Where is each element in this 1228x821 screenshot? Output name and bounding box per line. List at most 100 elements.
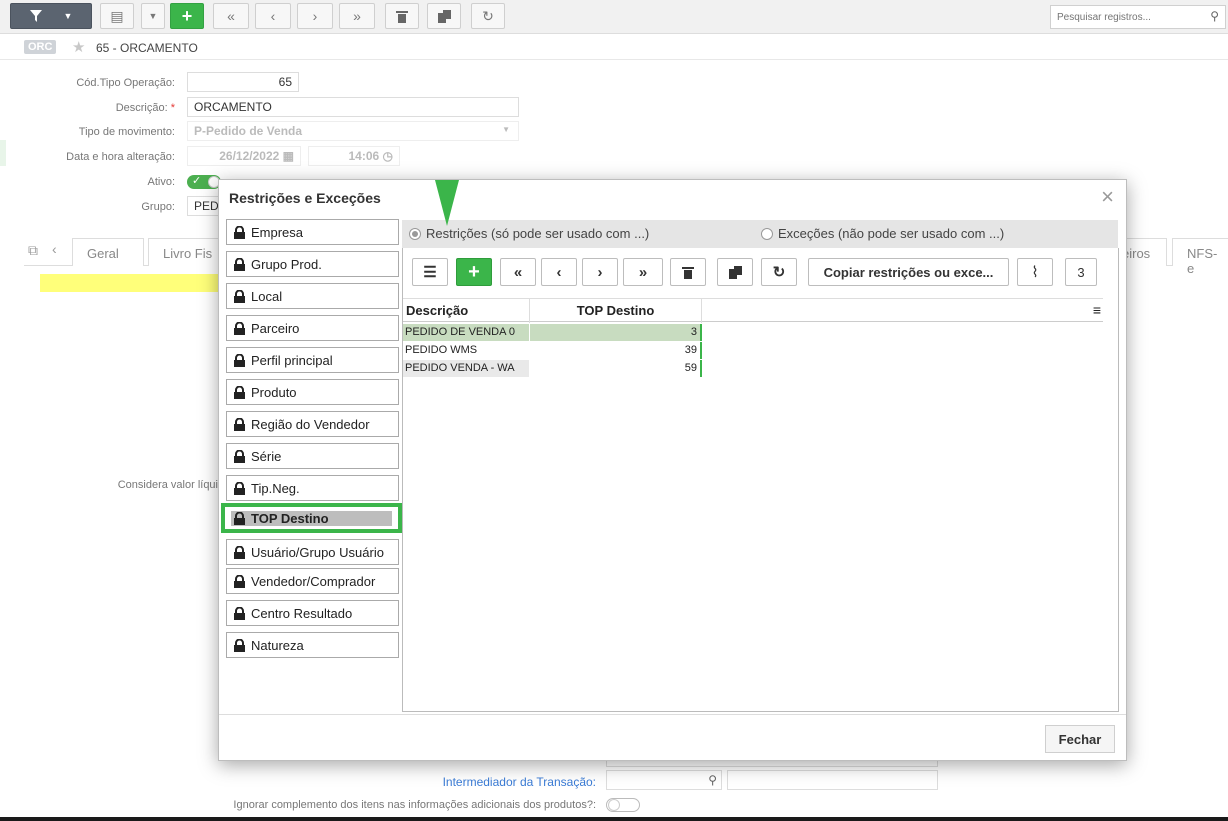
side-item-vendedor-comprador[interactable]: Vendedor/Comprador [226,568,399,594]
descricao-field[interactable]: ORCAMENTO [187,97,519,117]
lock-icon [234,638,245,652]
side-item-label: Usuário/Grupo Usuário [251,544,384,560]
lock-icon [234,481,245,495]
modal-title: Restrições e Exceções [229,190,381,206]
refresh-grid-button[interactable]: ↻ [761,258,797,286]
attachment-button[interactable]: ⌇ [1017,258,1053,286]
search-icon[interactable]: ⚲ [708,773,717,787]
side-item-parceiro[interactable]: Parceiro [226,315,399,341]
close-button[interactable]: Fechar [1045,725,1115,753]
side-item-grupo-prod[interactable]: Grupo Prod. [226,251,399,277]
expand-icon[interactable]: ⧉ [28,242,38,259]
search-box: ⚲ [1050,5,1226,29]
mode-radio-group: Restrições (só pode ser usado com ...) E… [402,220,1118,248]
ignorar-complemento-label: Ignorar complemento dos itens nas inform… [233,799,596,811]
search-icon[interactable]: ⚲ [1210,9,1219,23]
list-view-button[interactable]: ☰ [412,258,448,286]
grupo-label: Grupo: [141,201,175,213]
double-right-icon: » [638,263,648,281]
considera-valor-label: Considera valor líqui [117,479,218,491]
delete-button[interactable] [385,3,419,29]
intermediador-field[interactable]: ⚲ [606,770,722,790]
filter-button[interactable]: ▼ [10,3,92,29]
duplicate-button[interactable] [427,3,461,29]
previous-page-button[interactable]: ‹ [541,258,577,286]
side-item-label: Produto [251,384,297,400]
side-item-centro-resultado[interactable]: Centro Resultado [226,600,399,626]
ativo-label: Ativo: [147,176,175,188]
side-item-perfil-principal[interactable]: Perfil principal [226,347,399,373]
intermediador-description-field[interactable] [727,770,938,790]
delete-restriction-button[interactable] [670,258,706,286]
column-header-empty [702,299,1103,323]
radio-selected-icon [409,227,421,240]
add-restriction-button[interactable]: + [456,258,492,286]
hora-alteracao-field[interactable]: 14:06 ◷ [308,146,400,166]
search-input[interactable] [1051,6,1201,28]
add-button[interactable]: + [170,3,204,29]
ignorar-complemento-toggle[interactable] [606,798,640,812]
side-item-produto[interactable]: Produto [226,379,399,405]
view-dropdown-button[interactable]: ▼ [141,3,165,29]
first-page-button[interactable]: « [500,258,536,286]
column-header-top-destino[interactable]: TOP Destino [530,299,702,323]
tab-geral[interactable]: Geral [72,238,144,266]
double-left-icon: « [227,8,235,24]
restricoes-radio[interactable]: Restrições (só pode ser usado com ...) [409,226,649,241]
annotation-arrow-icon [435,180,459,226]
side-item-natureza[interactable]: Natureza [226,632,399,658]
side-item-label: TOP Destino [251,510,329,526]
lock-icon [234,225,245,239]
side-item-label: Região do Vendedor [251,416,370,432]
side-item-local[interactable]: Local [226,283,399,309]
tipo-movimento-select[interactable]: P-Pedido de Venda ▼ [187,121,519,141]
record-count-badge: 3 [1065,258,1097,286]
tab-nfs-e[interactable]: NFS-e [1172,238,1228,276]
side-item-empresa[interactable]: Empresa [226,219,399,245]
clock-icon: ◷ [382,149,393,163]
chevron-left-icon[interactable]: ‹ [52,241,57,257]
double-right-icon: » [353,8,361,24]
ativo-toggle[interactable]: ✓ [187,175,221,189]
partial-field [606,761,938,767]
side-item-label: Perfil principal [251,352,333,368]
copy-icon [437,9,451,23]
lock-icon [234,321,245,335]
data-alteracao-field[interactable]: 26/12/2022 ▦ [187,146,301,166]
copy-restrictions-button[interactable]: Copiar restrições ou exce... [808,258,1009,286]
side-item-usuario-grupo[interactable]: Usuário/Grupo Usuário [226,539,399,565]
highlight-bar [40,274,220,292]
duplicate-restriction-button[interactable] [717,258,753,286]
side-item-regiao-vendedor[interactable]: Região do Vendedor [226,411,399,437]
cod-tipo-field[interactable]: 65 [187,72,299,92]
favorite-star-icon[interactable]: ★ [72,38,85,56]
restricoes-modal: Restrições e Exceções × Empresa Grupo Pr… [218,179,1127,761]
side-item-serie[interactable]: Série [226,443,399,469]
cod-tipo-label: Cód.Tipo Operação: [76,77,175,89]
grid-view-button[interactable]: ▤ [100,3,134,29]
tab-livro-fiscal[interactable]: Livro Fis [148,238,228,266]
breadcrumb: ORC ★ 65 - ORCAMENTO [0,35,1228,60]
next-page-button[interactable]: › [582,258,618,286]
excecoes-radio[interactable]: Exceções (não pode ser usado com ...) [761,226,1004,241]
copy-icon [728,265,742,279]
data-alteracao-label: Data e hora alteração: [66,151,175,163]
refresh-button[interactable]: ↻ [471,3,505,29]
cell-top-destino: 39 [530,342,702,359]
side-item-label: Tip.Neg. [251,480,300,496]
lock-icon [234,385,245,399]
last-record-button[interactable]: » [339,3,375,29]
side-item-top-destino[interactable]: TOP Destino [221,503,402,533]
previous-record-button[interactable]: ‹ [255,3,291,29]
column-header-descricao[interactable]: Descrição [403,299,530,323]
first-record-button[interactable]: « [213,3,249,29]
column-menu-icon[interactable]: ≡ [1093,302,1101,318]
last-page-button[interactable]: » [623,258,663,286]
next-record-button[interactable]: › [297,3,333,29]
side-item-tip-neg[interactable]: Tip.Neg. [226,475,399,501]
cell-descricao: PEDIDO WMS [405,344,478,356]
side-item-label: Centro Resultado [251,605,353,621]
record-type-badge: ORC [24,40,57,54]
close-icon[interactable]: × [1101,184,1114,210]
chevron-down-icon: ▼ [148,11,158,21]
